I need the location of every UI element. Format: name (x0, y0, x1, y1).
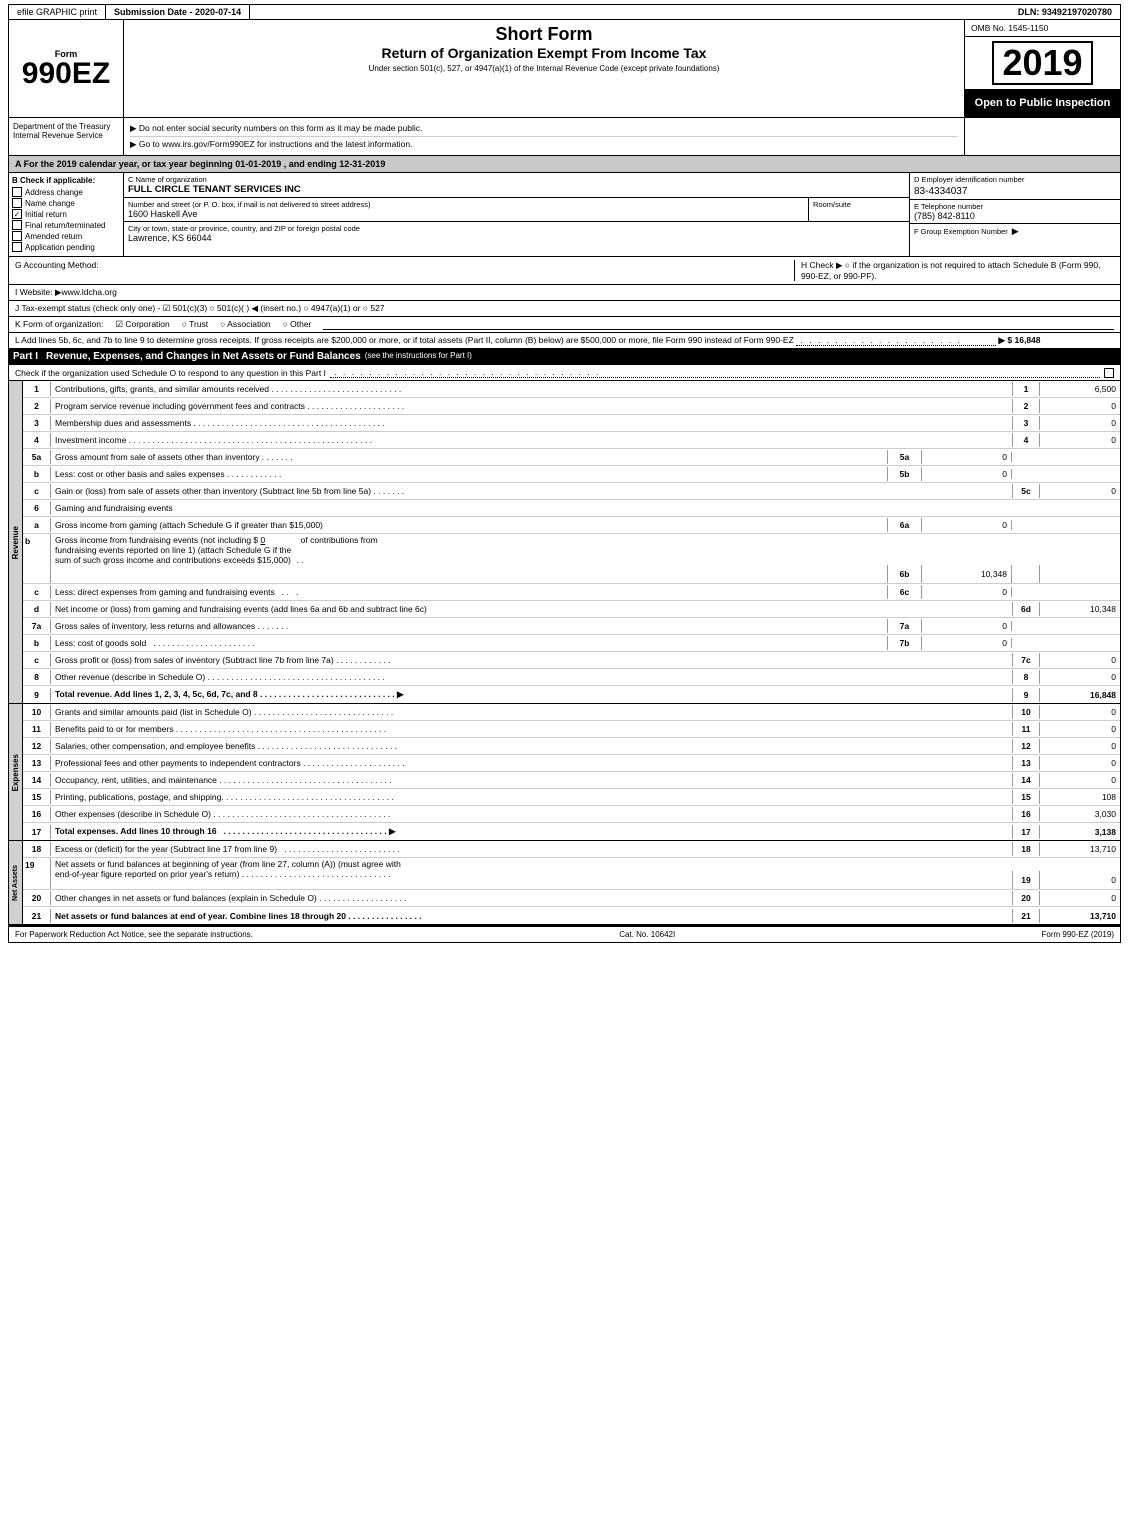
part1-header: Part I Revenue, Expenses, and Changes in… (8, 349, 1121, 365)
line-9-row: 9 Total revenue. Add lines 1, 2, 3, 4, 5… (23, 686, 1120, 703)
form-page: efile GRAPHIC print Submission Date - 20… (0, 0, 1129, 947)
line-6c-row: c Less: direct expenses from gaming and … (23, 584, 1120, 601)
checkbox-initial-return[interactable]: ✓ Initial return (12, 209, 120, 219)
go-to-link[interactable]: ▶ Go to www.irs.gov/Form990EZ for instru… (130, 137, 958, 152)
line-3-row: 3 Membership dues and assessments . . . … (23, 415, 1120, 432)
line-6b-row: b Gross income from fundraising events (… (23, 534, 1120, 584)
line-6d-row: d Net income or (loss) from gaming and f… (23, 601, 1120, 618)
revenue-section: Revenue 1 Contributions, gifts, grants, … (8, 381, 1121, 704)
street-value: 1600 Haskell Ave (128, 209, 804, 219)
d-label: D Employer identification number (914, 175, 1116, 184)
line-10-row: 10 Grants and similar amounts paid (list… (23, 704, 1120, 721)
line-11-row: 11 Benefits paid to or for members . . .… (23, 721, 1120, 738)
return-title: Return of Organization Exempt From Incom… (128, 45, 960, 61)
do-not-enter: ▶ Do not enter social security numbers o… (130, 121, 958, 137)
section-j: J Tax-exempt status (check only one) - ☑… (8, 301, 1121, 317)
section-h: H Check ▶ ○ if the organization is not r… (794, 260, 1114, 281)
revenue-label: Revenue (9, 381, 23, 703)
city-label: City or town, state or province, country… (128, 224, 905, 233)
section-k: K Form of organization: ☑ Corporation ○ … (8, 317, 1121, 333)
checkbox-address-change[interactable]: Address change (12, 187, 120, 197)
line-4-row: 4 Investment income . . . . . . . . . . … (23, 432, 1120, 449)
line-18-row: 18 Excess or (deficit) for the year (Sub… (23, 841, 1120, 858)
dept-name: Department of the Treasury Internal Reve… (9, 118, 124, 155)
efile-label: efile GRAPHIC print (9, 5, 106, 19)
line-1-row: 1 Contributions, gifts, grants, and simi… (23, 381, 1120, 398)
cat-no: Cat. No. 10642I (619, 930, 675, 939)
form-footer: For Paperwork Reduction Act Notice, see … (8, 925, 1121, 943)
line-16-row: 16 Other expenses (describe in Schedule … (23, 806, 1120, 823)
net-assets-section: Net Assets 18 Excess or (deficit) for th… (8, 841, 1121, 925)
street-label: Number and street (or P. O. box, if mail… (128, 200, 804, 209)
line-15-row: 15 Printing, publications, postage, and … (23, 789, 1120, 806)
omb-number: OMB No. 1545-1150 (965, 20, 1120, 37)
line-12-row: 12 Salaries, other compensation, and emp… (23, 738, 1120, 755)
dln-label: DLN: 93492197020780 (1010, 5, 1120, 19)
room-label: Room/suite (813, 200, 905, 209)
line-6-header-row: 6 Gaming and fundraising events (23, 500, 1120, 517)
line-5b-row: b Less: cost or other basis and sales ex… (23, 466, 1120, 483)
under-section: Under section 501(c), 527, or 4947(a)(1)… (128, 64, 960, 73)
f-label: F Group Exemption Number (914, 227, 1008, 236)
line-21-row: 21 Net assets or fund balances at end of… (23, 907, 1120, 924)
submission-date: Submission Date - 2020-07-14 (106, 5, 250, 19)
section-i: I Website: ▶www.ldcha.org (8, 285, 1121, 301)
line-6a-row: a Gross income from gaming (attach Sched… (23, 517, 1120, 534)
expenses-section: Expenses 10 Grants and similar amounts p… (8, 704, 1121, 841)
section-b-label: B Check if applicable: (12, 176, 120, 185)
schedule-o-check-row: Check if the organization used Schedule … (8, 365, 1121, 381)
open-to-public: Open to Public Inspection (965, 90, 1120, 117)
line-13-row: 13 Professional fees and other payments … (23, 755, 1120, 772)
line-8-row: 8 Other revenue (describe in Schedule O)… (23, 669, 1120, 686)
line-5a-row: 5a Gross amount from sale of assets othe… (23, 449, 1120, 466)
phone-value: (785) 842-8110 (914, 211, 1116, 221)
paperwork-notice: For Paperwork Reduction Act Notice, see … (15, 930, 253, 939)
net-assets-label: Net Assets (9, 841, 23, 924)
c-label: C Name of organization (128, 175, 905, 184)
form-ref: Form 990-EZ (2019) (1042, 930, 1114, 939)
checkbox-application-pending[interactable]: Application pending (12, 242, 120, 252)
line-19-row: 19 Net assets or fund balances at beginn… (23, 858, 1120, 890)
ein-value: 83-4334037 (914, 184, 1116, 197)
checkbox-final-return[interactable]: Final return/terminated (12, 220, 120, 230)
line-2-row: 2 Program service revenue including gove… (23, 398, 1120, 415)
city-value: Lawrence, KS 66044 (128, 233, 905, 243)
line-14-row: 14 Occupancy, rent, utilities, and maint… (23, 772, 1120, 789)
section-l: L Add lines 5b, 6c, and 7b to line 9 to … (8, 333, 1121, 349)
line-5c-row: c Gain or (loss) from sale of assets oth… (23, 483, 1120, 500)
form-number: 990EZ (22, 59, 110, 89)
line-7c-row: c Gross profit or (loss) from sales of i… (23, 652, 1120, 669)
section-g: G Accounting Method: (15, 260, 794, 281)
expenses-label: Expenses (9, 704, 23, 840)
checkbox-name-change[interactable]: Name change (12, 198, 120, 208)
section-a: A For the 2019 calendar year, or tax yea… (8, 156, 1121, 173)
checkbox-amended-return[interactable]: Amended return (12, 231, 120, 241)
line-20-row: 20 Other changes in net assets or fund b… (23, 890, 1120, 907)
year-display: 2019 (992, 41, 1092, 85)
line-17-row: 17 Total expenses. Add lines 10 through … (23, 823, 1120, 840)
e-label: E Telephone number (914, 202, 1116, 211)
short-form-title: Short Form (128, 24, 960, 45)
line-7b-row: b Less: cost of goods sold . . . . . . .… (23, 635, 1120, 652)
org-name: FULL CIRCLE TENANT SERVICES INC (128, 184, 905, 195)
line-7a-row: 7a Gross sales of inventory, less return… (23, 618, 1120, 635)
